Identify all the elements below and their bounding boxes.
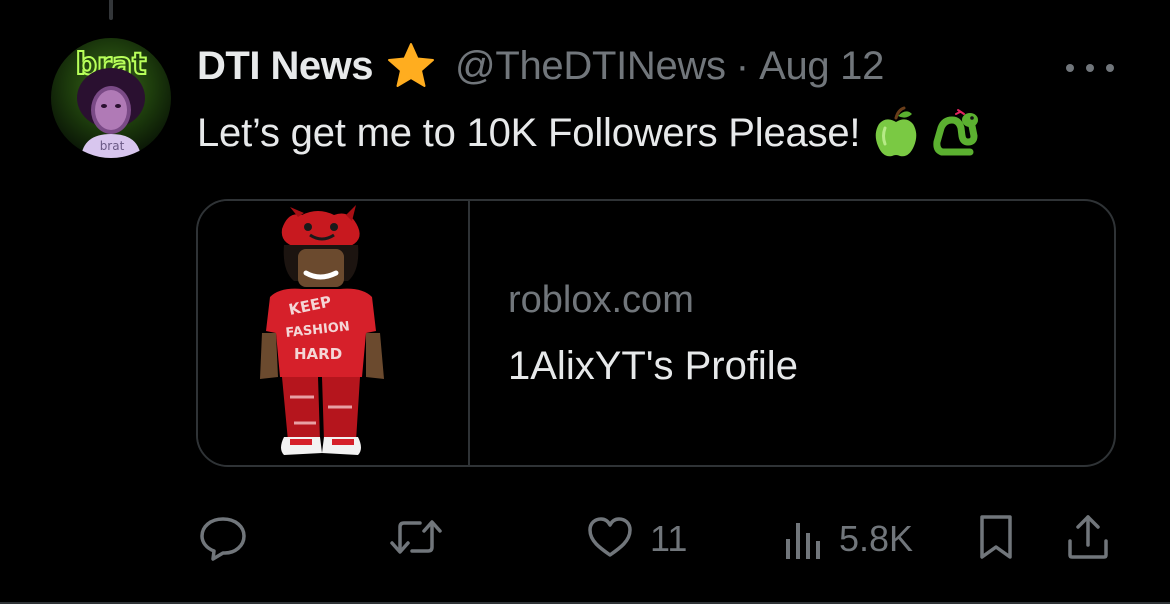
link-preview-card[interactable]: KEEP FASHION HARD roblox.com 1AlixYT's P…: [196, 199, 1116, 467]
thread-connector-line: [109, 0, 113, 20]
avatar-image: brat brat: [51, 38, 171, 158]
bookmark-button[interactable]: [974, 512, 1018, 566]
green-apple-icon: [872, 106, 920, 160]
author-handle[interactable]: @TheDTINews: [455, 44, 726, 89]
views-icon: [781, 511, 825, 568]
post-header: DTI News @TheDTINews · Aug 12: [197, 40, 884, 92]
reply-icon: [197, 511, 249, 568]
post-date[interactable]: Aug 12: [759, 44, 884, 89]
link-preview-image[interactable]: KEEP FASHION HARD: [198, 201, 470, 465]
views-button[interactable]: 5.8K: [781, 512, 913, 566]
bookmark-icon: [974, 511, 1018, 568]
link-preview-info[interactable]: roblox.com 1AlixYT's Profile: [470, 201, 1114, 465]
link-title: 1AlixYT's Profile: [508, 344, 798, 388]
like-button[interactable]: 11: [584, 512, 687, 566]
avatar-shirt-text: brat: [100, 139, 125, 153]
post-action-bar: 11 5.8K: [0, 512, 1170, 566]
separator-dot: ·: [735, 43, 750, 88]
snake-icon: [932, 106, 980, 160]
like-count: 11: [650, 518, 688, 559]
views-count: 5.8K: [839, 518, 914, 559]
repost-icon: [388, 511, 444, 568]
roblox-avatar-image: KEEP FASHION HARD: [260, 205, 384, 455]
author-display-name[interactable]: DTI News: [197, 44, 374, 89]
shirt-text-line-3: HARD: [294, 345, 342, 363]
reply-button[interactable]: [197, 512, 263, 566]
avatar[interactable]: brat brat: [51, 38, 171, 158]
share-icon: [1064, 511, 1112, 568]
repost-button[interactable]: [388, 512, 458, 566]
post-text-content: Let’s get me to 10K Followers Please!: [197, 110, 861, 155]
share-button[interactable]: [1064, 512, 1112, 566]
more-horizontal-icon[interactable]: [1066, 56, 1114, 80]
heart-icon: [584, 511, 636, 568]
link-domain: roblox.com: [508, 279, 694, 321]
post-text: Let’s get me to 10K Followers Please!: [197, 106, 980, 160]
star-badge-icon[interactable]: [385, 40, 437, 92]
